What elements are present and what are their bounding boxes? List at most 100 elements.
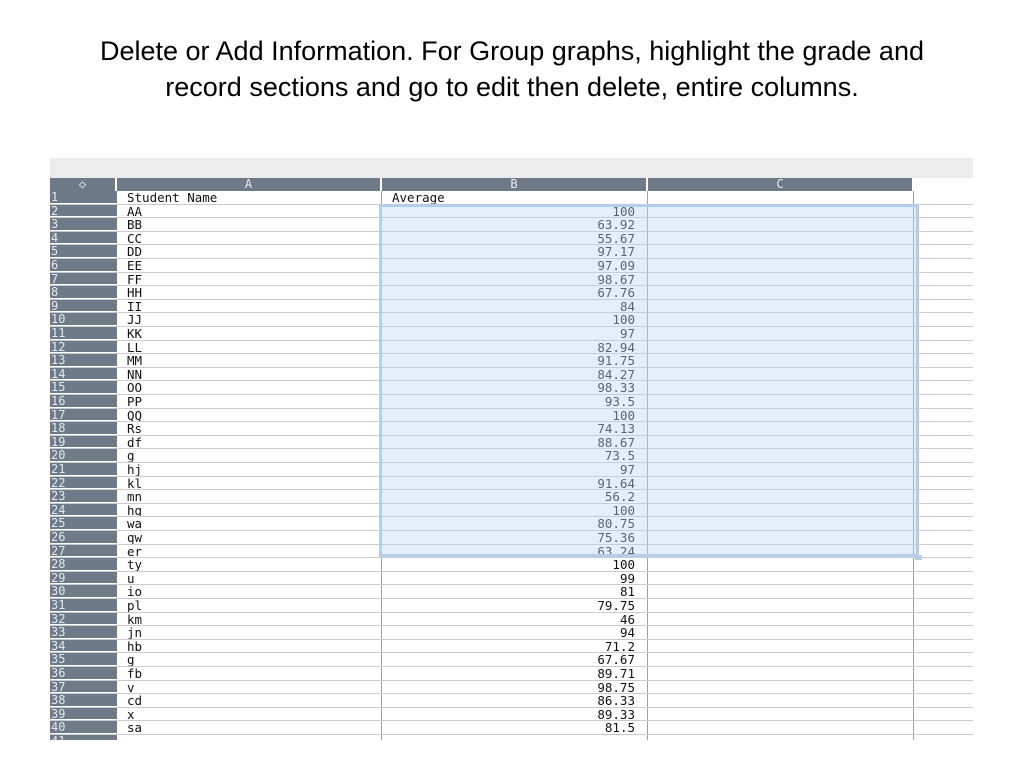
row-number[interactable]: 13 [50,354,117,367]
cell-student-name[interactable]: Rs [117,422,382,435]
row-number[interactable]: 12 [50,340,117,354]
cell-student-name[interactable]: DD [117,245,382,258]
cell-student-name[interactable]: II [117,299,382,313]
row-number[interactable]: 29 [50,571,117,585]
cell-student-name[interactable]: qw [117,531,382,544]
row-number[interactable]: 19 [50,435,117,449]
cell-student-name[interactable]: df [117,435,382,449]
row-number[interactable]: 26 [50,531,117,544]
cell-student-name[interactable]: fb [117,667,382,680]
row-number[interactable]: 38 [50,694,117,707]
row-number[interactable]: 8 [50,286,117,299]
cell-average[interactable]: 100 [382,558,648,571]
cell-c-header[interactable] [648,191,914,204]
cell-student-name[interactable]: km [117,612,382,626]
cell-c[interactable] [648,626,914,639]
cell-c[interactable] [648,653,914,666]
row-number[interactable]: 37 [50,680,117,694]
cell-student-name[interactable]: io [117,585,382,598]
cell-average[interactable]: 89.71 [382,667,648,680]
row-number[interactable]: 17 [50,408,117,422]
cell-student-name[interactable] [117,735,382,740]
cell-average[interactable]: 71.2 [382,639,648,653]
cell-student-name[interactable]: hj [117,463,382,476]
cell-c[interactable] [648,639,914,653]
row-number[interactable]: 5 [50,245,117,258]
cell-student-name[interactable]: sa [117,721,382,734]
row-number[interactable]: 21 [50,463,117,476]
cell-student-name[interactable]: BB [117,218,382,231]
row-number[interactable]: 10 [50,313,117,326]
cell-student-name[interactable]: u [117,571,382,585]
cell-student-name[interactable]: x [117,707,382,721]
cell-student-name[interactable]: CC [117,231,382,245]
cell-student-name[interactable]: v [117,680,382,694]
cell-student-name[interactable]: QQ [117,408,382,422]
cell-average[interactable] [382,735,648,740]
row-number[interactable]: 31 [50,599,117,612]
cell-student-name[interactable]: g [117,653,382,666]
row-number[interactable]: 23 [50,490,117,503]
row-number[interactable]: 16 [50,395,117,408]
cell-student-name[interactable]: hb [117,639,382,653]
cell-c[interactable] [648,558,914,571]
cell-student-name[interactable]: KK [117,327,382,340]
cell-student-name[interactable]: OO [117,381,382,394]
cell-average[interactable]: 89.33 [382,707,648,721]
cell-average[interactable]: 46 [382,612,648,626]
column-header-a[interactable]: A [117,178,382,191]
cell-student-name[interactable]: pl [117,599,382,612]
row-number[interactable]: 22 [50,476,117,490]
spreadsheet[interactable]: ◇ A B C 1 Student Name Average 2 AA 100 3 BB… [50,158,973,740]
row-number[interactable]: 20 [50,449,117,462]
row-number[interactable]: 18 [50,422,117,435]
cell-average[interactable]: 86.33 [382,694,648,707]
cell-average[interactable]: 99 [382,571,648,585]
cell-average[interactable]: 79.75 [382,599,648,612]
row-number[interactable]: 24 [50,503,117,517]
cell-average[interactable]: 81.5 [382,721,648,734]
row-number[interactable]: 27 [50,544,117,558]
cell-student-name[interactable]: AA [117,204,382,218]
column-header-b[interactable]: B [382,178,648,191]
cell-student-name[interactable]: er [117,544,382,558]
row-number[interactable]: 11 [50,327,117,340]
selection-range[interactable] [379,204,922,560]
row-number[interactable]: 1 [50,191,117,204]
cell-student-name[interactable]: HH [117,286,382,299]
row-number[interactable]: 2 [50,204,117,218]
cell-average[interactable]: 67.67 [382,653,648,666]
row-number[interactable]: 30 [50,585,117,598]
cell-c[interactable] [648,612,914,626]
cell-c[interactable] [648,571,914,585]
row-number[interactable]: 40 [50,721,117,734]
cell-student-name[interactable]: kl [117,476,382,490]
cell-average[interactable]: 98.75 [382,680,648,694]
row-number[interactable]: 25 [50,517,117,530]
cell-a-header[interactable]: Student Name [117,191,382,204]
row-number[interactable]: 7 [50,272,117,286]
row-number[interactable]: 33 [50,626,117,639]
cell-average[interactable]: 94 [382,626,648,639]
cell-student-name[interactable]: jn [117,626,382,639]
cell-c[interactable] [648,694,914,707]
cell-student-name[interactable]: NN [117,367,382,381]
row-number[interactable]: 35 [50,653,117,666]
cell-student-name[interactable]: wa [117,517,382,530]
column-header-c[interactable]: C [648,178,914,191]
cell-average[interactable]: 81 [382,585,648,598]
row-number[interactable]: 9 [50,299,117,313]
cell-c[interactable] [648,667,914,680]
cell-c[interactable] [648,707,914,721]
cell-c[interactable] [648,585,914,598]
row-number[interactable]: 3 [50,218,117,231]
cell-student-name[interactable]: FF [117,272,382,286]
cell-student-name[interactable]: EE [117,259,382,272]
cell-student-name[interactable]: mn [117,490,382,503]
cell-student-name[interactable]: cd [117,694,382,707]
cell-c[interactable] [648,721,914,734]
row-number[interactable]: 32 [50,612,117,626]
cell-student-name[interactable]: PP [117,395,382,408]
cell-student-name[interactable]: hg [117,503,382,517]
cell-student-name[interactable]: MM [117,354,382,367]
